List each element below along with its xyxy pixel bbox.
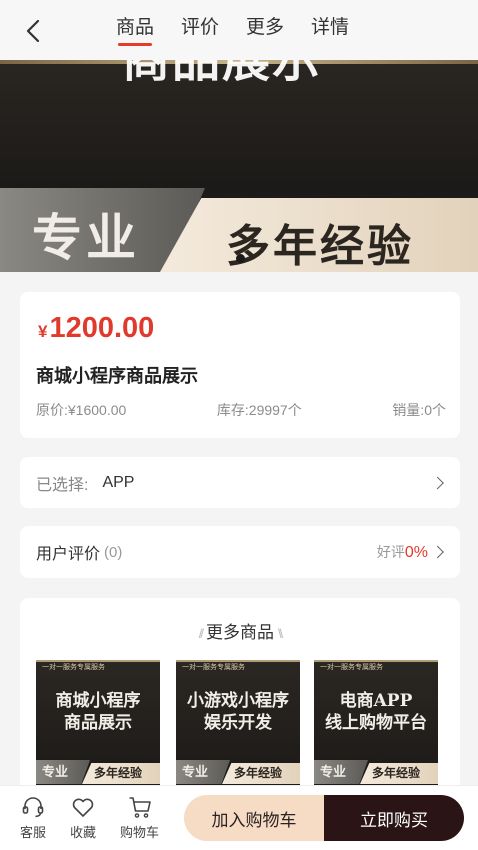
title-deco-left-icon: //: [198, 626, 204, 641]
thumb-right-ribbon: 多年经验: [82, 763, 160, 784]
favorite-label: 收藏: [70, 825, 97, 840]
price-value: 1200.00: [49, 312, 155, 344]
banner-title: 商品展示: [122, 58, 323, 87]
selection-value: APP: [102, 473, 135, 491]
selection-row[interactable]: 已选择: APP: [20, 457, 460, 508]
thumb-title: 小游戏小程序 娱乐开发: [176, 690, 300, 734]
thumb-line1: 电商APP: [339, 691, 413, 711]
chevron-right-icon: [431, 545, 444, 559]
banner-right-text: 多年经验: [226, 222, 414, 271]
price-card: ¥1200.00 商城小程序商品展示 原价:¥1600.00 库存:29997个…: [20, 292, 460, 438]
tab-reviews[interactable]: 评价: [181, 16, 219, 40]
add-to-cart-button[interactable]: 加入购物车: [184, 795, 324, 841]
favorite-button[interactable]: 收藏: [70, 794, 96, 841]
reviews-row[interactable]: 用户评价 (0) 好评0%: [20, 526, 460, 578]
cart-label: 购物车: [120, 825, 160, 840]
nav-tabs: 商品 评价 更多 详情: [116, 16, 349, 46]
thumb-top-text: 一对一服务专属服务: [314, 660, 438, 674]
thumb-title: 电商APP 线上购物平台: [314, 690, 438, 734]
currency-symbol: ¥: [38, 322, 48, 341]
thumb-left-ribbon: 专业: [314, 760, 368, 784]
thumb-left-ribbon: 专业: [36, 760, 90, 784]
product-meta: 原价:¥1600.00 库存:29997个 销量:0个: [36, 400, 446, 420]
bottom-action-bar: 客服 收藏 购物车 加入购物车 立即购买: [0, 785, 478, 850]
more-title-text: 更多商品: [206, 623, 274, 642]
good-rate-label: 好评: [376, 544, 405, 560]
product-thumb-3[interactable]: 一对一服务专属服务 电商APP 线上购物平台 专业 多年经验: [314, 660, 438, 790]
reviews-count: (0): [104, 543, 123, 561]
heart-icon: [72, 798, 94, 817]
thumb-title: 商城小程序 商品展示: [36, 690, 160, 734]
tab-details[interactable]: 详情: [311, 16, 349, 40]
banner-left-text: 专业: [32, 210, 140, 266]
sales: 销量:0个: [392, 402, 446, 418]
thumb-line2: 商品展示: [64, 713, 132, 733]
thumb-right-ribbon: 多年经验: [360, 763, 438, 784]
stock: 库存:29997个: [216, 402, 302, 418]
original-price: 原价:¥1600.00: [36, 402, 127, 418]
title-deco-right-icon: \\: [278, 626, 283, 641]
thumb-line1: 商城小程序: [55, 691, 141, 711]
good-rate-pct: 0%: [404, 544, 428, 561]
headset-icon: [22, 797, 44, 818]
thumb-line2: 线上购物平台: [325, 713, 427, 733]
selection-label: 已选择:: [36, 476, 89, 494]
product-thumb-1[interactable]: 一对一服务专属服务 商城小程序 商品展示 专业 多年经验: [36, 660, 160, 790]
thumb-top-text: 一对一服务专属服务: [176, 660, 300, 674]
thumb-top-text: 一对一服务专属服务: [36, 660, 160, 674]
tab-product[interactable]: 商品: [116, 16, 154, 46]
product-banner[interactable]: 商品展示 专业 多年经验: [0, 58, 478, 272]
reviews-label: 用户评价: [36, 546, 101, 563]
price: ¥1200.00: [38, 312, 154, 345]
product-thumb-2[interactable]: 一对一服务专属服务 小游戏小程序 娱乐开发 专业 多年经验: [176, 660, 300, 790]
good-rate: 好评0%: [377, 542, 428, 562]
chevron-right-icon: [431, 476, 444, 489]
shopping-cart-icon: [129, 797, 151, 818]
more-products-card: //更多商品 \\ 一对一服务专属服务 商城小程序 商品展示 专业 多年经验 一对…: [20, 598, 460, 798]
carousel-dot[interactable]: [236, 254, 245, 263]
thumb-left-ribbon: 专业: [176, 760, 230, 784]
thumb-line1: 小游戏小程序: [187, 691, 289, 711]
product-name: 商城小程序商品展示: [36, 366, 198, 386]
buy-now-button[interactable]: 立即购买: [324, 795, 464, 841]
service-button[interactable]: 客服: [20, 794, 46, 841]
tab-more[interactable]: 更多: [246, 16, 284, 40]
top-nav: 商品 评价 更多 详情: [0, 0, 478, 60]
more-products-title: //更多商品 \\: [20, 618, 460, 643]
cart-button[interactable]: 购物车: [120, 794, 159, 841]
thumb-line2: 娱乐开发: [204, 713, 272, 733]
back-arrow-icon[interactable]: [20, 16, 46, 46]
thumb-right-ribbon: 多年经验: [222, 763, 300, 784]
service-label: 客服: [20, 825, 47, 840]
